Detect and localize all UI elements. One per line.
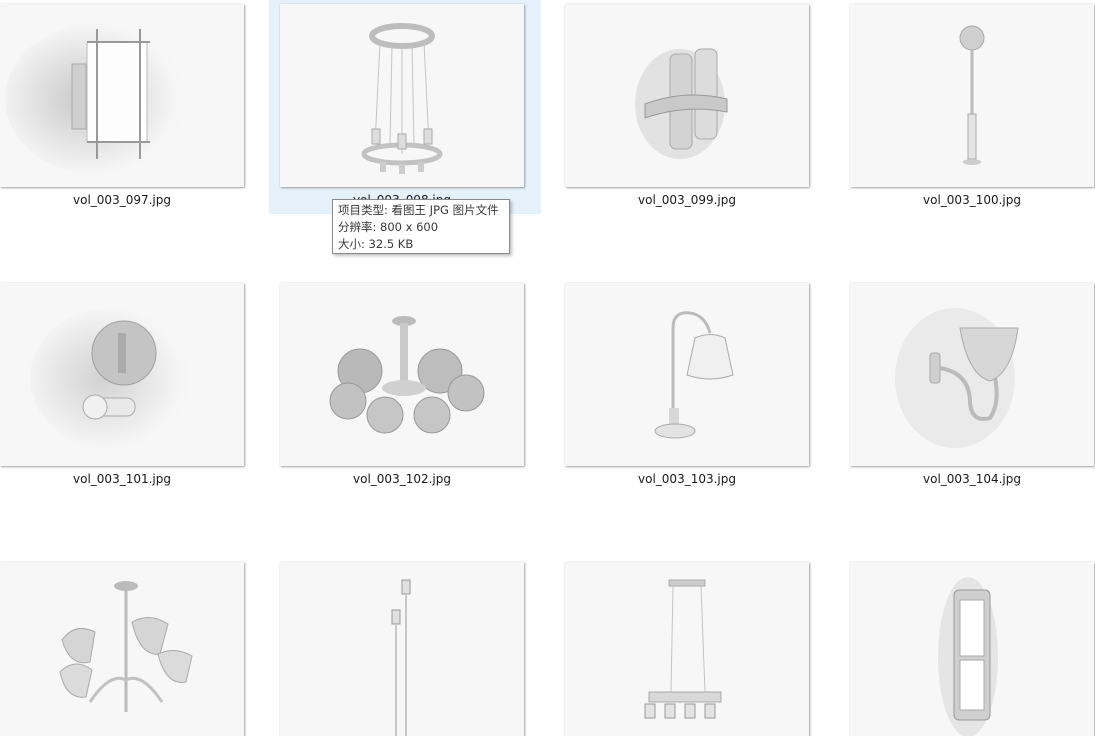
file-item[interactable]: vol_003_104.jpg xyxy=(839,279,1095,493)
file-name: vol_003_097.jpg xyxy=(73,193,171,207)
file-item[interactable]: vol_003_101.jpg xyxy=(0,279,261,493)
file-item[interactable]: vol_003_102.jpg xyxy=(269,279,541,493)
wall-candle-sconce-thumbnail[interactable] xyxy=(565,4,809,187)
file-item[interactable]: vol_003_103.jpg xyxy=(554,279,826,493)
wall-panel-light-thumbnail[interactable] xyxy=(850,562,1094,736)
file-item[interactable] xyxy=(554,558,826,736)
wall-globe-lamp-thumbnail[interactable] xyxy=(0,283,244,466)
globe-chandelier-thumbnail[interactable] xyxy=(280,283,524,466)
file-item[interactable] xyxy=(839,558,1095,736)
pendant-bar-lamp-thumbnail[interactable] xyxy=(565,562,809,736)
floor-pole-lamp-thumbnail[interactable] xyxy=(280,562,524,736)
tooltip-type: 项目类型: 看图王 JPG 图片文件 xyxy=(338,203,499,217)
five-arm-chandelier-thumbnail[interactable] xyxy=(0,562,244,736)
file-item[interactable]: vol_003_100.jpg xyxy=(839,0,1095,214)
tooltip-size: 大小: 32.5 KB xyxy=(338,237,414,251)
file-item[interactable]: vol_003_099.jpg xyxy=(554,0,826,214)
file-name: vol_003_102.jpg xyxy=(353,472,451,486)
tooltip-resolution: 分辨率: 800 x 600 xyxy=(338,220,439,234)
file-name: vol_003_104.jpg xyxy=(923,472,1021,486)
file-item[interactable] xyxy=(0,558,261,736)
table-lamp-thumbnail[interactable] xyxy=(565,283,809,466)
file-name: vol_003_103.jpg xyxy=(638,472,736,486)
file-info-tooltip: 项目类型: 看图王 JPG 图片文件 分辨率: 800 x 600 大小: 32… xyxy=(332,199,510,254)
wall-bell-lamp-thumbnail[interactable] xyxy=(850,283,1094,466)
floor-lamp-globe-thumbnail[interactable] xyxy=(850,4,1094,187)
file-item[interactable]: vol_003_097.jpg xyxy=(0,0,261,214)
file-item[interactable] xyxy=(269,558,541,736)
file-item-selected[interactable]: vol_003_098.jpg xyxy=(269,0,541,214)
ring-chandelier-thumbnail[interactable] xyxy=(280,4,524,187)
file-grid: vol_003_097.jpg vol_003_098.jpg xyxy=(0,0,1095,736)
wall-sconce-cage-thumbnail[interactable] xyxy=(0,4,244,187)
file-name: vol_003_099.jpg xyxy=(638,193,736,207)
file-name: vol_003_100.jpg xyxy=(923,193,1021,207)
file-name: vol_003_101.jpg xyxy=(73,472,171,486)
